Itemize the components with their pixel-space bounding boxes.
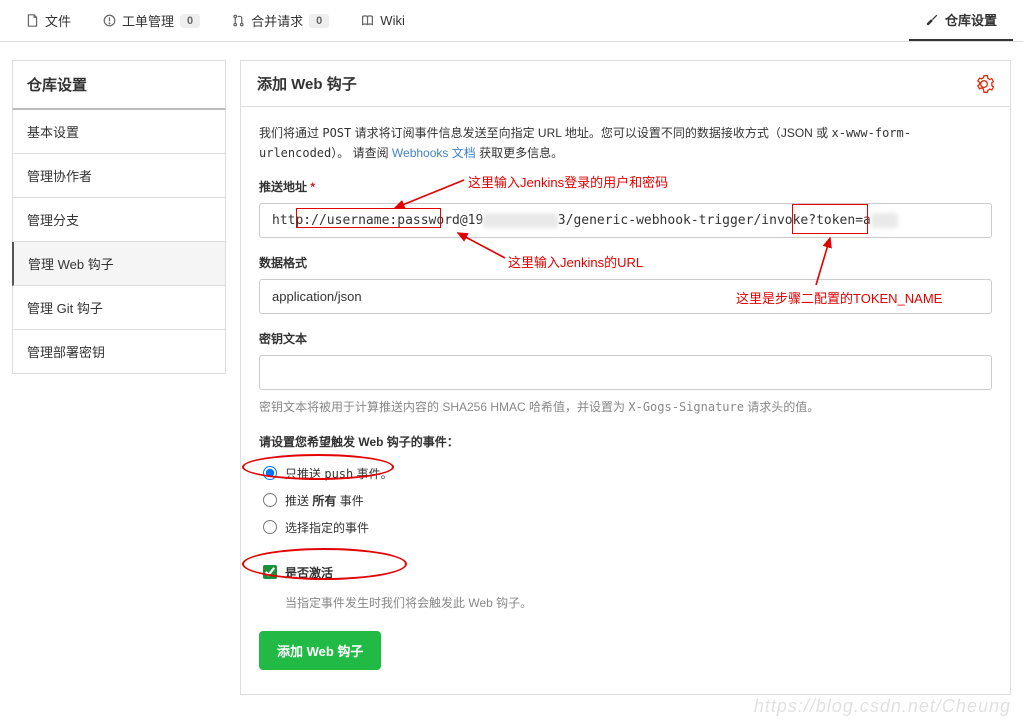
sidebar-title: 仓库设置 [12, 60, 226, 110]
active-hint: 当指定事件发生时我们将会触发此 Web 钩子。 [285, 594, 992, 613]
format-field: 数据格式 application/json [259, 254, 992, 314]
sidebar-item-branches[interactable]: 管理分支 [12, 198, 226, 242]
git-pr-icon [232, 14, 245, 27]
event-radio-push[interactable]: 只推送 push 事件。 [259, 460, 992, 487]
webhook-panel: 添加 Web 钩子 我们将通过 POST 请求将订阅事件信息发送至向指定 URL… [240, 60, 1011, 695]
nav-settings[interactable]: 仓库设置 [909, 0, 1013, 41]
url-field: 推送地址 * http://username:password@19xxxxxx… [259, 178, 992, 238]
radio-custom[interactable] [263, 520, 277, 534]
nav-file[interactable]: 文件 [10, 0, 87, 41]
intro-text: 我们将通过 POST 请求将订阅事件信息发送至向指定 URL 地址。您可以设置不… [259, 123, 992, 164]
panel-header: 添加 Web 钩子 [241, 61, 1010, 107]
book-icon [361, 14, 374, 27]
watermark: https://blog.csdn.net/Cheung [754, 696, 1011, 717]
nav-issues-label: 工单管理 [122, 11, 174, 30]
nav-pr-count: 0 [309, 14, 329, 28]
nav-wiki[interactable]: Wiki [345, 0, 421, 41]
url-label: 推送地址 * [259, 178, 992, 195]
secret-label: 密钥文本 [259, 330, 992, 347]
sidebar: 仓库设置 基本设置 管理协作者 管理分支 管理 Web 钩子 管理 Git 钩子… [12, 60, 226, 695]
event-radio-custom[interactable]: 选择指定的事件 [259, 514, 992, 541]
webhooks-doc-link[interactable]: Webhooks 文档 [392, 146, 476, 160]
nav-pr[interactable]: 合并请求 0 [216, 0, 345, 41]
add-webhook-button[interactable]: 添加 Web 钩子 [259, 631, 381, 670]
event-radio-all[interactable]: 推送 所有 事件 [259, 487, 992, 514]
nav-issues-count: 0 [180, 14, 200, 28]
alert-icon [103, 14, 116, 27]
gogs-gear-icon [974, 74, 994, 94]
active-checkbox[interactable] [263, 565, 277, 579]
format-label: 数据格式 [259, 254, 992, 271]
secret-field: 密钥文本 密钥文本将被用于计算推送内容的 SHA256 HMAC 哈希值，并设置… [259, 330, 992, 417]
sidebar-item-deploykeys[interactable]: 管理部署密钥 [12, 330, 226, 374]
radio-push-only[interactable] [263, 466, 277, 480]
url-input[interactable]: http://username:password@19xxxxxxxxx3/ge… [259, 203, 992, 238]
top-nav: 文件 工单管理 0 合并请求 0 Wiki 仓库设置 [0, 0, 1023, 42]
sidebar-item-webhooks[interactable]: 管理 Web 钩子 [12, 242, 226, 286]
active-row[interactable]: 是否激活 [259, 559, 992, 586]
events-title: 请设置您希望触发 Web 钩子的事件： [259, 433, 992, 450]
sidebar-item-collaborators[interactable]: 管理协作者 [12, 154, 226, 198]
sidebar-item-githooks[interactable]: 管理 Git 钩子 [12, 286, 226, 330]
nav-file-label: 文件 [45, 11, 71, 30]
format-select[interactable]: application/json [259, 279, 992, 314]
secret-hint: 密钥文本将被用于计算推送内容的 SHA256 HMAC 哈希值，并设置为 X-G… [259, 398, 992, 417]
nav-wiki-label: Wiki [380, 13, 405, 28]
main-content: 添加 Web 钩子 我们将通过 POST 请求将订阅事件信息发送至向指定 URL… [240, 60, 1011, 695]
nav-pr-label: 合并请求 [251, 11, 303, 30]
secret-input[interactable] [259, 355, 992, 390]
file-icon [26, 14, 39, 27]
radio-all[interactable] [263, 493, 277, 507]
panel-title: 添加 Web 钩子 [257, 73, 357, 94]
nav-issues[interactable]: 工单管理 0 [87, 0, 216, 41]
sidebar-item-basic[interactable]: 基本设置 [12, 110, 226, 154]
nav-settings-label: 仓库设置 [945, 10, 997, 29]
tools-icon [925, 13, 939, 27]
